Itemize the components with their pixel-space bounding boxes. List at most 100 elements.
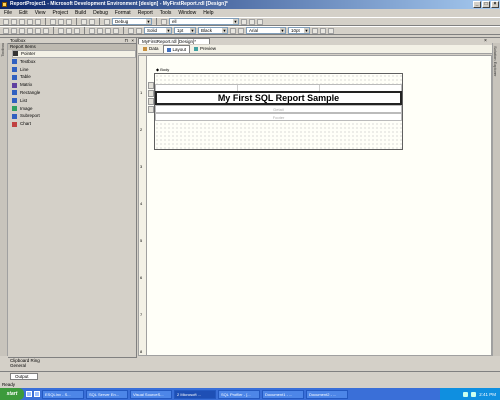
tab-output[interactable]: Output [10, 373, 38, 380]
font-name-select[interactable]: Arial ▼ [246, 27, 286, 34]
italic-icon[interactable] [320, 27, 326, 34]
menu-view[interactable]: View [35, 9, 46, 17]
taskbar-button[interactable]: SQL Profiler - [... [218, 389, 260, 399]
tab-data[interactable]: Data [140, 45, 162, 53]
report-title-textbox[interactable]: My First SQL Report Sample [155, 91, 402, 105]
row-handle[interactable] [148, 98, 154, 105]
tab-layout[interactable]: Layout [162, 45, 191, 53]
menu-format[interactable]: Format [115, 9, 131, 17]
align-center-icon[interactable] [11, 27, 17, 34]
hspace-icon[interactable] [89, 27, 95, 34]
pin-icon[interactable]: ⊓ [124, 38, 128, 44]
align-bottom-icon[interactable] [43, 27, 49, 34]
detail-label: Detail [273, 106, 284, 112]
toolbox-item-rectangle[interactable]: Rectangle [12, 89, 136, 97]
maximize-button[interactable]: □ [482, 1, 490, 8]
menu-project[interactable]: Project [52, 9, 68, 17]
paste-icon[interactable] [66, 18, 72, 25]
toolbox-item-subreport[interactable]: Subreport [12, 112, 136, 120]
undo-icon[interactable] [81, 18, 87, 25]
font-size-select[interactable]: 10pt ▼ [288, 27, 310, 34]
taskbar-button[interactable]: Document2 - ... [306, 389, 348, 399]
toolbox-item-line[interactable]: Line [12, 66, 136, 74]
redo-icon[interactable] [89, 18, 95, 25]
line-style-select[interactable]: Solid ▼ [144, 27, 172, 34]
menu-report[interactable]: Report [138, 9, 153, 17]
underline-icon[interactable] [328, 27, 334, 34]
find-icon[interactable] [161, 18, 167, 25]
copy-icon[interactable] [58, 18, 64, 25]
bold-icon[interactable] [312, 27, 318, 34]
minimize-button[interactable]: _ [473, 1, 481, 8]
align-left-icon[interactable] [3, 27, 9, 34]
menu-edit[interactable]: Edit [19, 9, 28, 17]
toolbox-icon[interactable] [257, 18, 263, 25]
solution-config-select[interactable]: Debug ▼ [112, 18, 152, 25]
align-middle-icon[interactable] [35, 27, 41, 34]
font-color-icon[interactable] [238, 27, 244, 34]
toolbox-item-matrix[interactable]: Matrix [12, 81, 136, 89]
taskbar-button[interactable]: ESQLInv - S... [42, 389, 84, 399]
start-button[interactable]: start [0, 388, 24, 400]
menu-tools[interactable]: Tools [160, 9, 172, 17]
line-color-select[interactable]: Black ▼ [198, 27, 228, 34]
document-tab[interactable]: MyFirstReport.rdl [Design]* [138, 38, 210, 44]
fill-color-icon[interactable] [230, 27, 236, 34]
solution-explorer-side-strip[interactable]: Solution Explorer [492, 43, 500, 356]
same-width-icon[interactable] [58, 27, 64, 34]
ruler-number: 6 [140, 275, 143, 280]
toolbox-item-table[interactable]: Table [12, 73, 136, 81]
quick-launch-icon[interactable] [26, 391, 32, 397]
menu-help[interactable]: Help [203, 9, 213, 17]
taskbar-button[interactable]: Document1 - ... [262, 389, 304, 399]
close-icon[interactable]: × [131, 38, 134, 44]
save-all-icon[interactable] [35, 18, 41, 25]
table-footer-row[interactable]: Footer [155, 113, 402, 121]
vspace-icon[interactable] [97, 27, 103, 34]
quick-launch-icon[interactable] [34, 391, 40, 397]
toolbox-side-strip[interactable]: Toolbox [0, 43, 8, 356]
menu-window[interactable]: Window [178, 9, 196, 17]
align-top-icon[interactable] [27, 27, 33, 34]
taskbar-button[interactable]: SQL Server En... [86, 389, 128, 399]
solution-explorer-icon[interactable] [241, 18, 247, 25]
open-icon[interactable] [19, 18, 25, 25]
same-size-icon[interactable] [74, 27, 80, 34]
footer-label: Footer [272, 114, 285, 120]
toolbox-item-list[interactable]: List [12, 97, 136, 105]
line-width-select[interactable]: 1pt ▼ [174, 27, 196, 34]
tray-icon[interactable] [463, 391, 469, 397]
report-designer-surface[interactable]: 1 2 3 4 5 6 7 8 ◆ Body My First SQL Report Samp… [138, 55, 492, 356]
menu-debug[interactable]: Debug [93, 9, 108, 17]
find-combo[interactable]: ell ▼ [169, 18, 239, 25]
save-icon[interactable] [27, 18, 33, 25]
row-handle[interactable] [148, 90, 154, 97]
toolbox-item-pointer[interactable]: Pointer [12, 50, 136, 58]
row-handle[interactable] [148, 82, 154, 89]
toolbox-item-image[interactable]: Image [12, 105, 136, 113]
same-height-icon[interactable] [66, 27, 72, 34]
bring-front-icon[interactable] [105, 27, 111, 34]
tab-preview[interactable]: Preview [191, 45, 219, 53]
toolbox-item-textbox[interactable]: Textbox [12, 58, 136, 66]
row-handle[interactable] [148, 106, 154, 113]
close-button[interactable]: × [491, 1, 499, 8]
menu-file[interactable]: File [4, 9, 12, 17]
close-document-icon[interactable]: × [484, 38, 490, 44]
tray-icon[interactable] [471, 391, 477, 397]
border-icon[interactable] [128, 27, 134, 34]
properties-icon[interactable] [249, 18, 255, 25]
align-right-icon[interactable] [19, 27, 25, 34]
cut-icon[interactable] [50, 18, 56, 25]
toolbox-item-chart[interactable]: Chart [12, 120, 136, 128]
border-color-icon[interactable] [136, 27, 142, 34]
table-detail-row[interactable]: Detail [155, 105, 402, 113]
new-project-icon[interactable] [3, 18, 9, 25]
taskbar-button[interactable]: Visual SourceS... [130, 389, 172, 399]
start-icon[interactable] [104, 18, 110, 25]
general-category[interactable]: General [8, 363, 137, 369]
send-back-icon[interactable] [113, 27, 119, 34]
taskbar-button[interactable]: 2 Microsoft ... [174, 389, 216, 399]
add-item-icon[interactable] [11, 18, 17, 25]
menu-build[interactable]: Build [75, 9, 86, 17]
